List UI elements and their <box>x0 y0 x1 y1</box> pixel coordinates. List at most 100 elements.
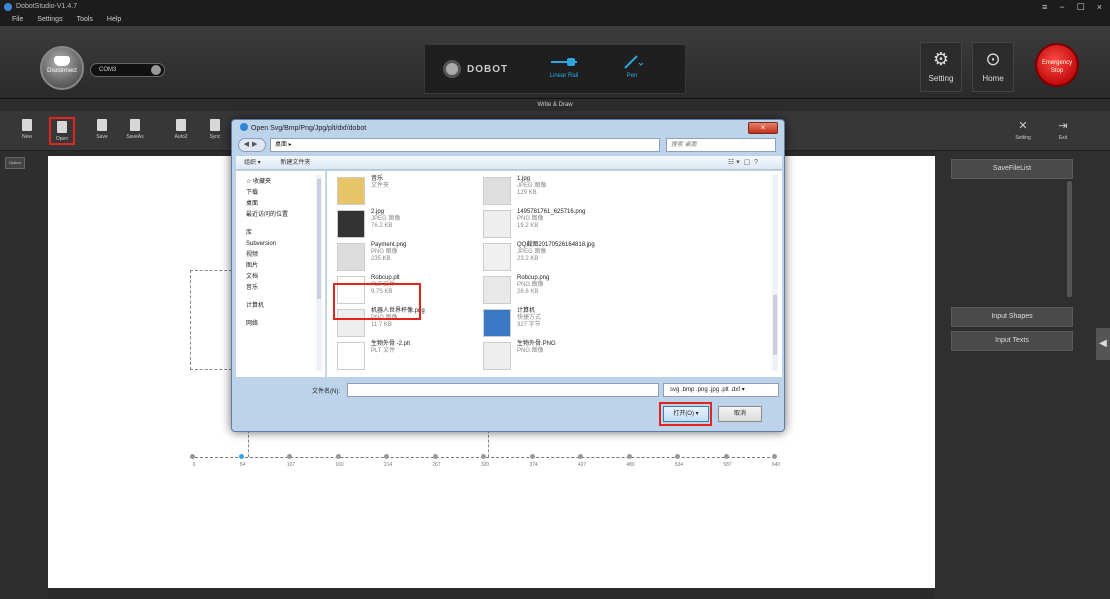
home-button[interactable]: ⊙ Home <box>972 42 1014 92</box>
file-item[interactable]: 音乐 文件夹 <box>337 175 487 207</box>
file-type: JPEG 图像 <box>371 216 401 222</box>
new-folder-button[interactable]: 新建文件夹 <box>280 160 310 166</box>
file-item[interactable]: 1495781761_625716.png PNG 图像 19.2 KB <box>483 208 633 240</box>
axis-tick <box>238 454 244 459</box>
menu-tools[interactable]: Tools <box>77 14 93 26</box>
auto-button[interactable]: Auto2 <box>168 117 194 145</box>
rail-axis <box>190 457 770 458</box>
input-shapes-button[interactable]: Input Shapes <box>951 307 1073 327</box>
option-tab[interactable]: Option <box>5 157 25 169</box>
menu-settings[interactable]: Settings <box>37 14 62 26</box>
exit-button[interactable]: ⇥ Exit <box>1050 117 1076 145</box>
file-thumbnail <box>483 342 511 370</box>
nav-item[interactable]: 视频 <box>246 250 325 261</box>
nav-item[interactable]: 网络 <box>246 319 325 330</box>
linear-rail-label: Linear Rail <box>549 73 579 79</box>
nav-item[interactable]: 文档 <box>246 272 325 283</box>
file-type: 文件夹 <box>371 183 390 189</box>
file-item[interactable]: 生物外骨.PNG PNG 图像 <box>483 340 633 372</box>
nav-item[interactable]: ☆ 收藏夹 <box>246 177 325 188</box>
disconnect-button[interactable]: Disconnect <box>40 46 84 90</box>
file-name: 生物外骨 -2.plt <box>371 341 411 347</box>
save-as-icon <box>130 119 140 131</box>
new-label: New <box>21 134 32 140</box>
save-as-label: SaveAs <box>126 134 144 140</box>
new-button[interactable]: New <box>14 117 40 145</box>
workspace-boundary-line <box>248 430 249 457</box>
save-as-button[interactable]: SaveAs <box>122 117 148 145</box>
sync-button[interactable]: Sync <box>202 117 228 145</box>
menu-help[interactable]: Help <box>107 14 121 26</box>
minimize-icon[interactable]: − <box>1059 0 1064 14</box>
nav-item[interactable]: 图片 <box>246 261 325 272</box>
save-file-list-button[interactable]: SaveFileList <box>951 159 1073 179</box>
file-scrollbar[interactable] <box>772 175 778 371</box>
nav-item[interactable]: 音乐 <box>246 283 325 294</box>
menu-file[interactable]: File <box>12 14 23 26</box>
gear-icon: ⚙ <box>932 49 950 69</box>
home-icon: ⊙ <box>985 49 1001 69</box>
window-menu-icon[interactable]: ≡ <box>1042 0 1047 14</box>
file-item[interactable]: 2.jpg JPEG 图像 76.2 KB <box>337 208 487 240</box>
file-size: 235 KB <box>371 256 391 262</box>
filename-input[interactable] <box>347 383 659 397</box>
nav-scrollbar[interactable] <box>316 175 322 371</box>
port-selector[interactable]: COM3 <box>90 63 165 77</box>
dialog-close-button[interactable]: × <box>748 122 778 134</box>
filename-label: 文件名(N): <box>312 389 340 395</box>
setting-button[interactable]: ⚙ Setting <box>920 42 962 92</box>
input-texts-button[interactable]: Input Texts <box>951 331 1073 351</box>
linear-rail-toggle[interactable]: Linear Rail <box>539 51 589 79</box>
linear-rail-icon <box>551 58 577 66</box>
nav-item[interactable]: 库 <box>246 228 325 239</box>
axis-tick <box>723 454 729 459</box>
axis-tick-label: 534 <box>674 462 684 468</box>
pen-label: Pen <box>626 73 638 79</box>
file-type-select[interactable]: svg .bmp .png .jpg .plt .dxf ▾ <box>663 383 779 397</box>
view-options-icon[interactable]: ☷ ▾ ▢ ? <box>728 156 758 170</box>
axis-tick-label: 480 <box>626 462 635 468</box>
file-item[interactable]: 生物外骨 -2.plt PLT 文件 <box>337 340 487 372</box>
file-type: PNG 图像 <box>371 249 398 255</box>
file-size: 19.2 KB <box>517 223 539 229</box>
organize-menu[interactable]: 组织 ▾ <box>244 160 261 166</box>
folder-open-icon <box>57 121 67 133</box>
emergency-stop-button[interactable]: Emergency Stop <box>1035 43 1079 87</box>
save-button[interactable]: Save <box>89 117 115 145</box>
file-size: 23.2 KB <box>517 256 539 262</box>
setting-label: Setting <box>928 74 954 83</box>
file-item[interactable]: QQ截图20170526164818.jpg JPEG 图像 23.2 KB <box>483 241 633 273</box>
nav-item[interactable]: 最近访问的位置 <box>246 210 325 221</box>
save-list-scrollbar[interactable] <box>1067 181 1072 297</box>
toolbar-setting-button[interactable]: ✕ Setting <box>1010 117 1036 145</box>
toolbar-setting-label: Setting <box>1015 135 1031 141</box>
file-name: Robcup.plt <box>371 275 400 281</box>
back-forward-icon[interactable]: ◀▶ <box>238 138 266 152</box>
file-type: JPEG 图像 <box>517 249 547 255</box>
nav-item[interactable]: 桌面 <box>246 199 325 210</box>
dialog-command-bar: 组织 ▾ 新建文件夹 ☷ ▾ ▢ ? <box>236 156 782 170</box>
nav-item[interactable]: 下载 <box>246 188 325 199</box>
file-thumbnail <box>483 276 511 304</box>
nav-item[interactable]: 计算机 <box>246 301 325 312</box>
file-item[interactable]: Robcup.png PNG 图像 26.6 KB <box>483 274 633 306</box>
cancel-button[interactable]: 取消 <box>718 406 762 422</box>
file-item[interactable]: Payment.png PNG 图像 235 KB <box>337 241 487 273</box>
file-size: 327 字节 <box>517 322 541 328</box>
axis-tick <box>190 454 195 459</box>
maximize-icon[interactable]: ☐ <box>1077 0 1085 14</box>
close-icon[interactable]: × <box>1097 0 1102 14</box>
dialog-app-icon <box>240 123 248 131</box>
file-item[interactable]: 1.jpg JPEG 图像 129 KB <box>483 175 633 207</box>
open-button[interactable]: Open <box>49 117 75 145</box>
file-item[interactable]: 计算机 快捷方式 327 字节 <box>483 307 633 339</box>
path-box[interactable]: 桌面 ▸ <box>270 138 660 152</box>
file-name: Payment.png <box>371 242 407 248</box>
nav-item[interactable]: Subversion <box>246 239 325 250</box>
file-size: 76.2 KB <box>371 223 393 229</box>
collapse-panel-icon[interactable]: ◀ <box>1096 328 1110 360</box>
file-thumbnail <box>483 210 511 238</box>
search-input[interactable]: 搜索 桌面 <box>666 138 776 152</box>
pen-tool-toggle[interactable]: Pen <box>607 51 657 79</box>
